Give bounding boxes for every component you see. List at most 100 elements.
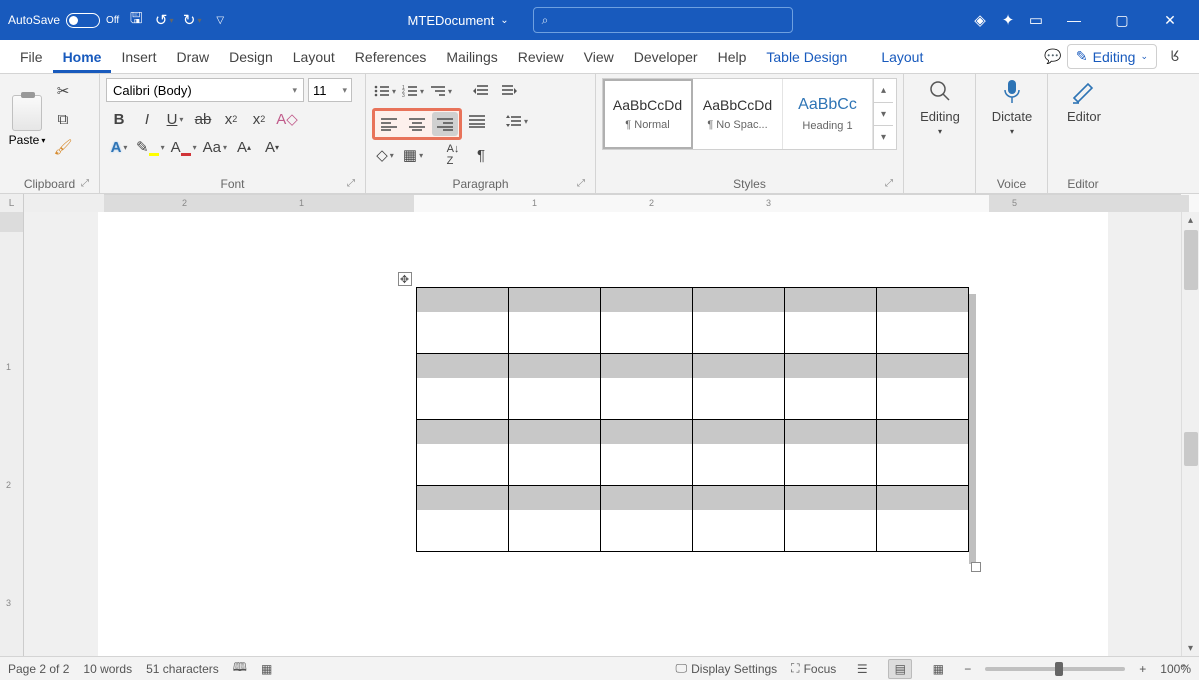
character-count[interactable]: 51 characters [146,662,219,676]
collapse-ribbon-button[interactable]: ⌃ [1179,662,1189,676]
show-marks-button[interactable]: ¶ [468,142,494,168]
align-center-button[interactable] [404,112,430,136]
macro-icon[interactable]: ▦ [261,662,272,676]
subscript-button[interactable]: x2 [218,106,244,132]
tab-mailings[interactable]: Mailings [436,40,507,73]
scroll-down-button[interactable]: ▾ [1182,640,1199,656]
decrease-indent-button[interactable] [468,78,494,104]
display-settings-button[interactable]: 🖵Display Settings [676,661,778,676]
maximize-button[interactable]: ▢ [1101,4,1143,36]
paste-button[interactable]: Paste▾ [6,78,48,160]
redo-icon[interactable]: ↻ [181,9,203,31]
numbering-button[interactable]: 123 [400,78,426,104]
tab-help[interactable]: Help [708,40,757,73]
borders-button[interactable]: ▦ [400,142,426,168]
ribbon-display-icon[interactable]: ▭ [1025,9,1047,31]
align-left-button[interactable] [376,112,402,136]
editing-button[interactable]: Editing ▾ [910,78,970,136]
dictate-button[interactable]: Dictate ▾ [982,78,1042,136]
highlight-button[interactable]: ✎ [134,134,167,160]
styles-launcher[interactable]: ⤢ [885,178,893,189]
clear-formatting-button[interactable]: A◇ [274,106,300,132]
doc-menu-chevron-icon[interactable]: ⌄ [500,15,508,26]
tab-layout[interactable]: Layout [283,40,345,73]
styles-gallery[interactable]: AaBbCcDd ¶ Normal AaBbCcDd ¶ No Spac... … [602,78,897,150]
tab-developer[interactable]: Developer [624,40,708,73]
tab-review[interactable]: Review [508,40,574,73]
scroll-thumb[interactable] [1184,230,1198,290]
justify-button[interactable] [464,108,490,134]
search-box[interactable]: ⌕ [533,7,793,33]
qat-customize-icon[interactable]: ▽ [209,9,231,31]
tab-design[interactable]: Design [219,40,283,73]
undo-icon[interactable]: ↺ [153,9,175,31]
font-size-select[interactable]: 11▾ [308,78,352,102]
bold-button[interactable]: B [106,106,132,132]
read-mode-button[interactable]: ☰ [850,659,874,679]
close-button[interactable]: ✕ [1149,4,1191,36]
font-launcher[interactable]: ⤢ [347,178,355,189]
focus-button[interactable]: ⛶Focus [791,661,836,676]
inserted-table[interactable] [416,287,969,552]
italic-button[interactable]: I [134,106,160,132]
document-canvas[interactable]: ✥ [24,212,1181,656]
style-heading1[interactable]: AaBbCc Heading 1 [783,79,873,149]
vertical-scrollbar[interactable]: ▴ ▾ [1181,212,1199,656]
tab-insert[interactable]: Insert [111,40,166,73]
paragraph-launcher[interactable]: ⤢ [577,178,585,189]
font-name-select[interactable]: Calibri (Body)▾ [106,78,304,102]
diamond-icon[interactable]: ◈ [969,9,991,31]
autosave-toggle[interactable]: AutoSave Off [8,13,119,28]
shrink-font-button[interactable]: A▾ [259,134,285,160]
minimize-button[interactable]: ― [1053,4,1095,36]
change-case-button[interactable]: Aa [201,134,229,160]
zoom-out-button[interactable]: − [964,662,971,676]
grow-font-button[interactable]: A▴ [231,134,257,160]
style-normal[interactable]: AaBbCcDd ¶ Normal [603,79,693,149]
zoom-in-button[interactable]: + [1139,662,1146,676]
gallery-up-button[interactable]: ▴ [874,79,893,103]
table-move-handle[interactable]: ✥ [398,272,412,286]
table-resize-handle[interactable] [971,562,981,572]
tab-table-design[interactable]: Table Design [756,40,857,73]
line-spacing-button[interactable] [504,108,530,134]
print-layout-button[interactable]: ▤ [888,659,912,679]
editing-mode-button[interactable]: ✎ Editing ⌄ [1067,44,1157,69]
tab-home[interactable]: Home [53,40,112,73]
tab-table-layout[interactable]: Layout [871,40,933,73]
spellcheck-icon[interactable]: 🕮 [233,658,247,679]
text-effects-button[interactable]: A [106,134,132,160]
tab-file[interactable]: File [10,40,53,73]
underline-button[interactable]: U [162,106,188,132]
scroll-thumb-2[interactable] [1184,432,1198,466]
shading-button[interactable]: ◇ [372,142,398,168]
horizontal-ruler[interactable]: 2 1 1 2 3 5 [104,194,1181,212]
copy-button[interactable]: ⧉ [50,106,76,132]
share-button[interactable]: ᖉ [1161,44,1189,70]
gallery-down-button[interactable]: ▾ [874,103,893,127]
editor-button[interactable]: Editor [1054,78,1114,124]
cut-button[interactable]: ✂ [50,78,76,104]
document-title[interactable]: MTEDocument [408,13,495,28]
page-indicator[interactable]: Page 2 of 2 [8,662,69,676]
increase-indent-button[interactable] [496,78,522,104]
save-icon[interactable]: 🖫 [125,9,147,31]
coming-soon-icon[interactable]: ✦ [997,9,1019,31]
format-painter-button[interactable]: 🖌 [50,134,76,160]
align-right-button[interactable] [432,112,458,136]
tab-view[interactable]: View [574,40,624,73]
web-layout-button[interactable]: ▦ [926,659,950,679]
comments-button[interactable]: 💬 [1039,44,1067,70]
scroll-up-button[interactable]: ▴ [1182,212,1199,228]
style-no-spacing[interactable]: AaBbCcDd ¶ No Spac... [693,79,783,149]
zoom-slider[interactable] [985,667,1125,671]
word-count[interactable]: 10 words [83,662,132,676]
strikethrough-button[interactable]: ab [190,106,216,132]
multilevel-list-button[interactable] [428,78,454,104]
clipboard-launcher[interactable]: ⤢ [81,178,89,189]
tab-references[interactable]: References [345,40,437,73]
bullets-button[interactable] [372,78,398,104]
gallery-more-button[interactable]: ▾ [874,126,893,149]
sort-button[interactable]: A↓Z [440,142,466,168]
tab-draw[interactable]: Draw [166,40,219,73]
